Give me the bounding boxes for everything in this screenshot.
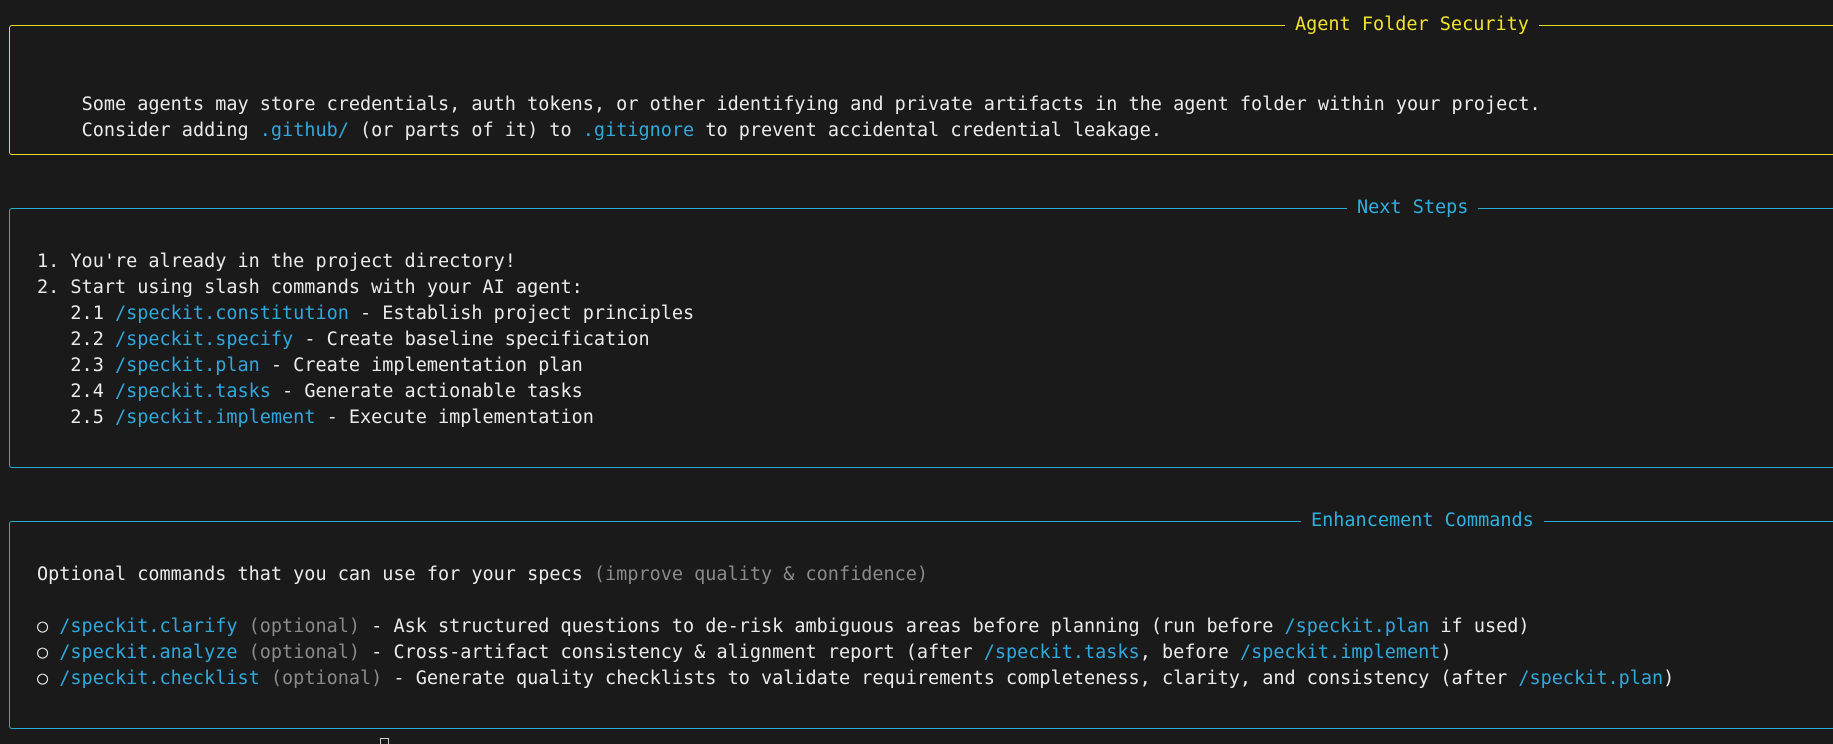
substep-number: 2.1	[37, 303, 115, 324]
optional-label: (optional)	[237, 616, 361, 637]
bullet-icon: ○	[37, 668, 60, 689]
github-folder-path: .github/	[259, 120, 349, 141]
next-step-1: 1. You're already in the project directo…	[37, 251, 516, 272]
substep-2-5: 2.5 /speckit.implement - Execute impleme…	[37, 405, 594, 431]
enhancement-intro: Optional commands that you can use for y…	[37, 562, 928, 588]
security-text: to prevent accidental credential leakage…	[694, 120, 1162, 141]
item-description: )	[1663, 668, 1675, 689]
command-speckit-specify: /speckit.specify	[114, 329, 294, 350]
item-description: - Generate quality checklists to validat…	[382, 668, 1519, 689]
substep-number: 2.2	[37, 329, 115, 350]
command-speckit-analyze: /speckit.analyze	[59, 642, 238, 663]
item-description: , before	[1139, 642, 1240, 663]
command-ref-speckit-implement: /speckit.implement	[1239, 642, 1441, 663]
security-text: Consider adding	[81, 120, 260, 141]
agent-folder-security-title: Agent Folder Security	[1285, 12, 1539, 38]
command-speckit-implement: /speckit.implement	[114, 407, 316, 428]
item-description: )	[1440, 642, 1452, 663]
substep-2-1: 2.1 /speckit.constitution - Establish pr…	[37, 301, 694, 327]
command-speckit-clarify: /speckit.clarify	[59, 616, 238, 637]
substep-description: - Establish project principles	[348, 303, 695, 324]
command-speckit-checklist: /speckit.checklist	[59, 668, 260, 689]
agent-folder-security-panel: Agent Folder Security Some agents may st…	[9, 12, 1833, 155]
gitignore-file: .gitignore	[582, 120, 695, 141]
security-text: (or parts of it) to	[348, 120, 583, 141]
substep-2-4: 2.4 /speckit.tasks - Generate actionable…	[37, 379, 583, 405]
enhancement-commands-panel: Enhancement Commands Optional commands t…	[9, 508, 1833, 729]
substep-2-3: 2.3 /speckit.plan - Create implementatio…	[37, 353, 583, 379]
substep-description: - Generate actionable tasks	[270, 381, 583, 402]
command-speckit-plan: /speckit.plan	[114, 355, 260, 376]
command-speckit-tasks: /speckit.tasks	[114, 381, 271, 402]
optional-label: (optional)	[259, 668, 383, 689]
command-ref-speckit-plan: /speckit.plan	[1284, 616, 1430, 637]
enhancement-item-analyze: ○ /speckit.analyze (optional) - Cross-ar…	[37, 640, 1452, 666]
item-description: if used)	[1429, 616, 1530, 637]
next-steps-panel: Next Steps 1. You're already in the proj…	[9, 195, 1833, 468]
next-step-2: 2. Start using slash commands with your …	[37, 277, 583, 298]
item-description: - Cross-artifact consistency & alignment…	[360, 642, 984, 663]
command-ref-speckit-plan: /speckit.plan	[1518, 668, 1664, 689]
substep-description: - Execute implementation	[315, 407, 594, 428]
substep-number: 2.4	[37, 381, 115, 402]
next-steps-title: Next Steps	[1347, 195, 1479, 221]
substep-number: 2.3	[37, 355, 115, 376]
bullet-icon: ○	[37, 642, 60, 663]
optional-label: (optional)	[237, 642, 361, 663]
substep-2-2: 2.2 /speckit.specify - Create baseline s…	[37, 327, 650, 353]
enhancement-commands-title: Enhancement Commands	[1301, 508, 1544, 534]
substep-description: - Create baseline specification	[293, 329, 650, 350]
terminal-cursor	[380, 738, 389, 744]
bullet-icon: ○	[37, 616, 60, 637]
enhancement-intro-note: (improve quality & confidence)	[593, 564, 929, 585]
command-speckit-constitution: /speckit.constitution	[114, 303, 349, 324]
enhancement-item-checklist: ○ /speckit.checklist (optional) - Genera…	[37, 666, 1674, 692]
enhancement-item-clarify: ○ /speckit.clarify (optional) - Ask stru…	[37, 614, 1530, 640]
substep-number: 2.5	[37, 407, 115, 428]
command-ref-speckit-tasks: /speckit.tasks	[983, 642, 1140, 663]
enhancement-intro-text: Optional commands that you can use for y…	[37, 564, 594, 585]
item-description: - Ask structured questions to de-risk am…	[360, 616, 1285, 637]
substep-description: - Create implementation plan	[259, 355, 583, 376]
security-line-2: Consider adding .github/ (or parts of it…	[37, 92, 1162, 170]
